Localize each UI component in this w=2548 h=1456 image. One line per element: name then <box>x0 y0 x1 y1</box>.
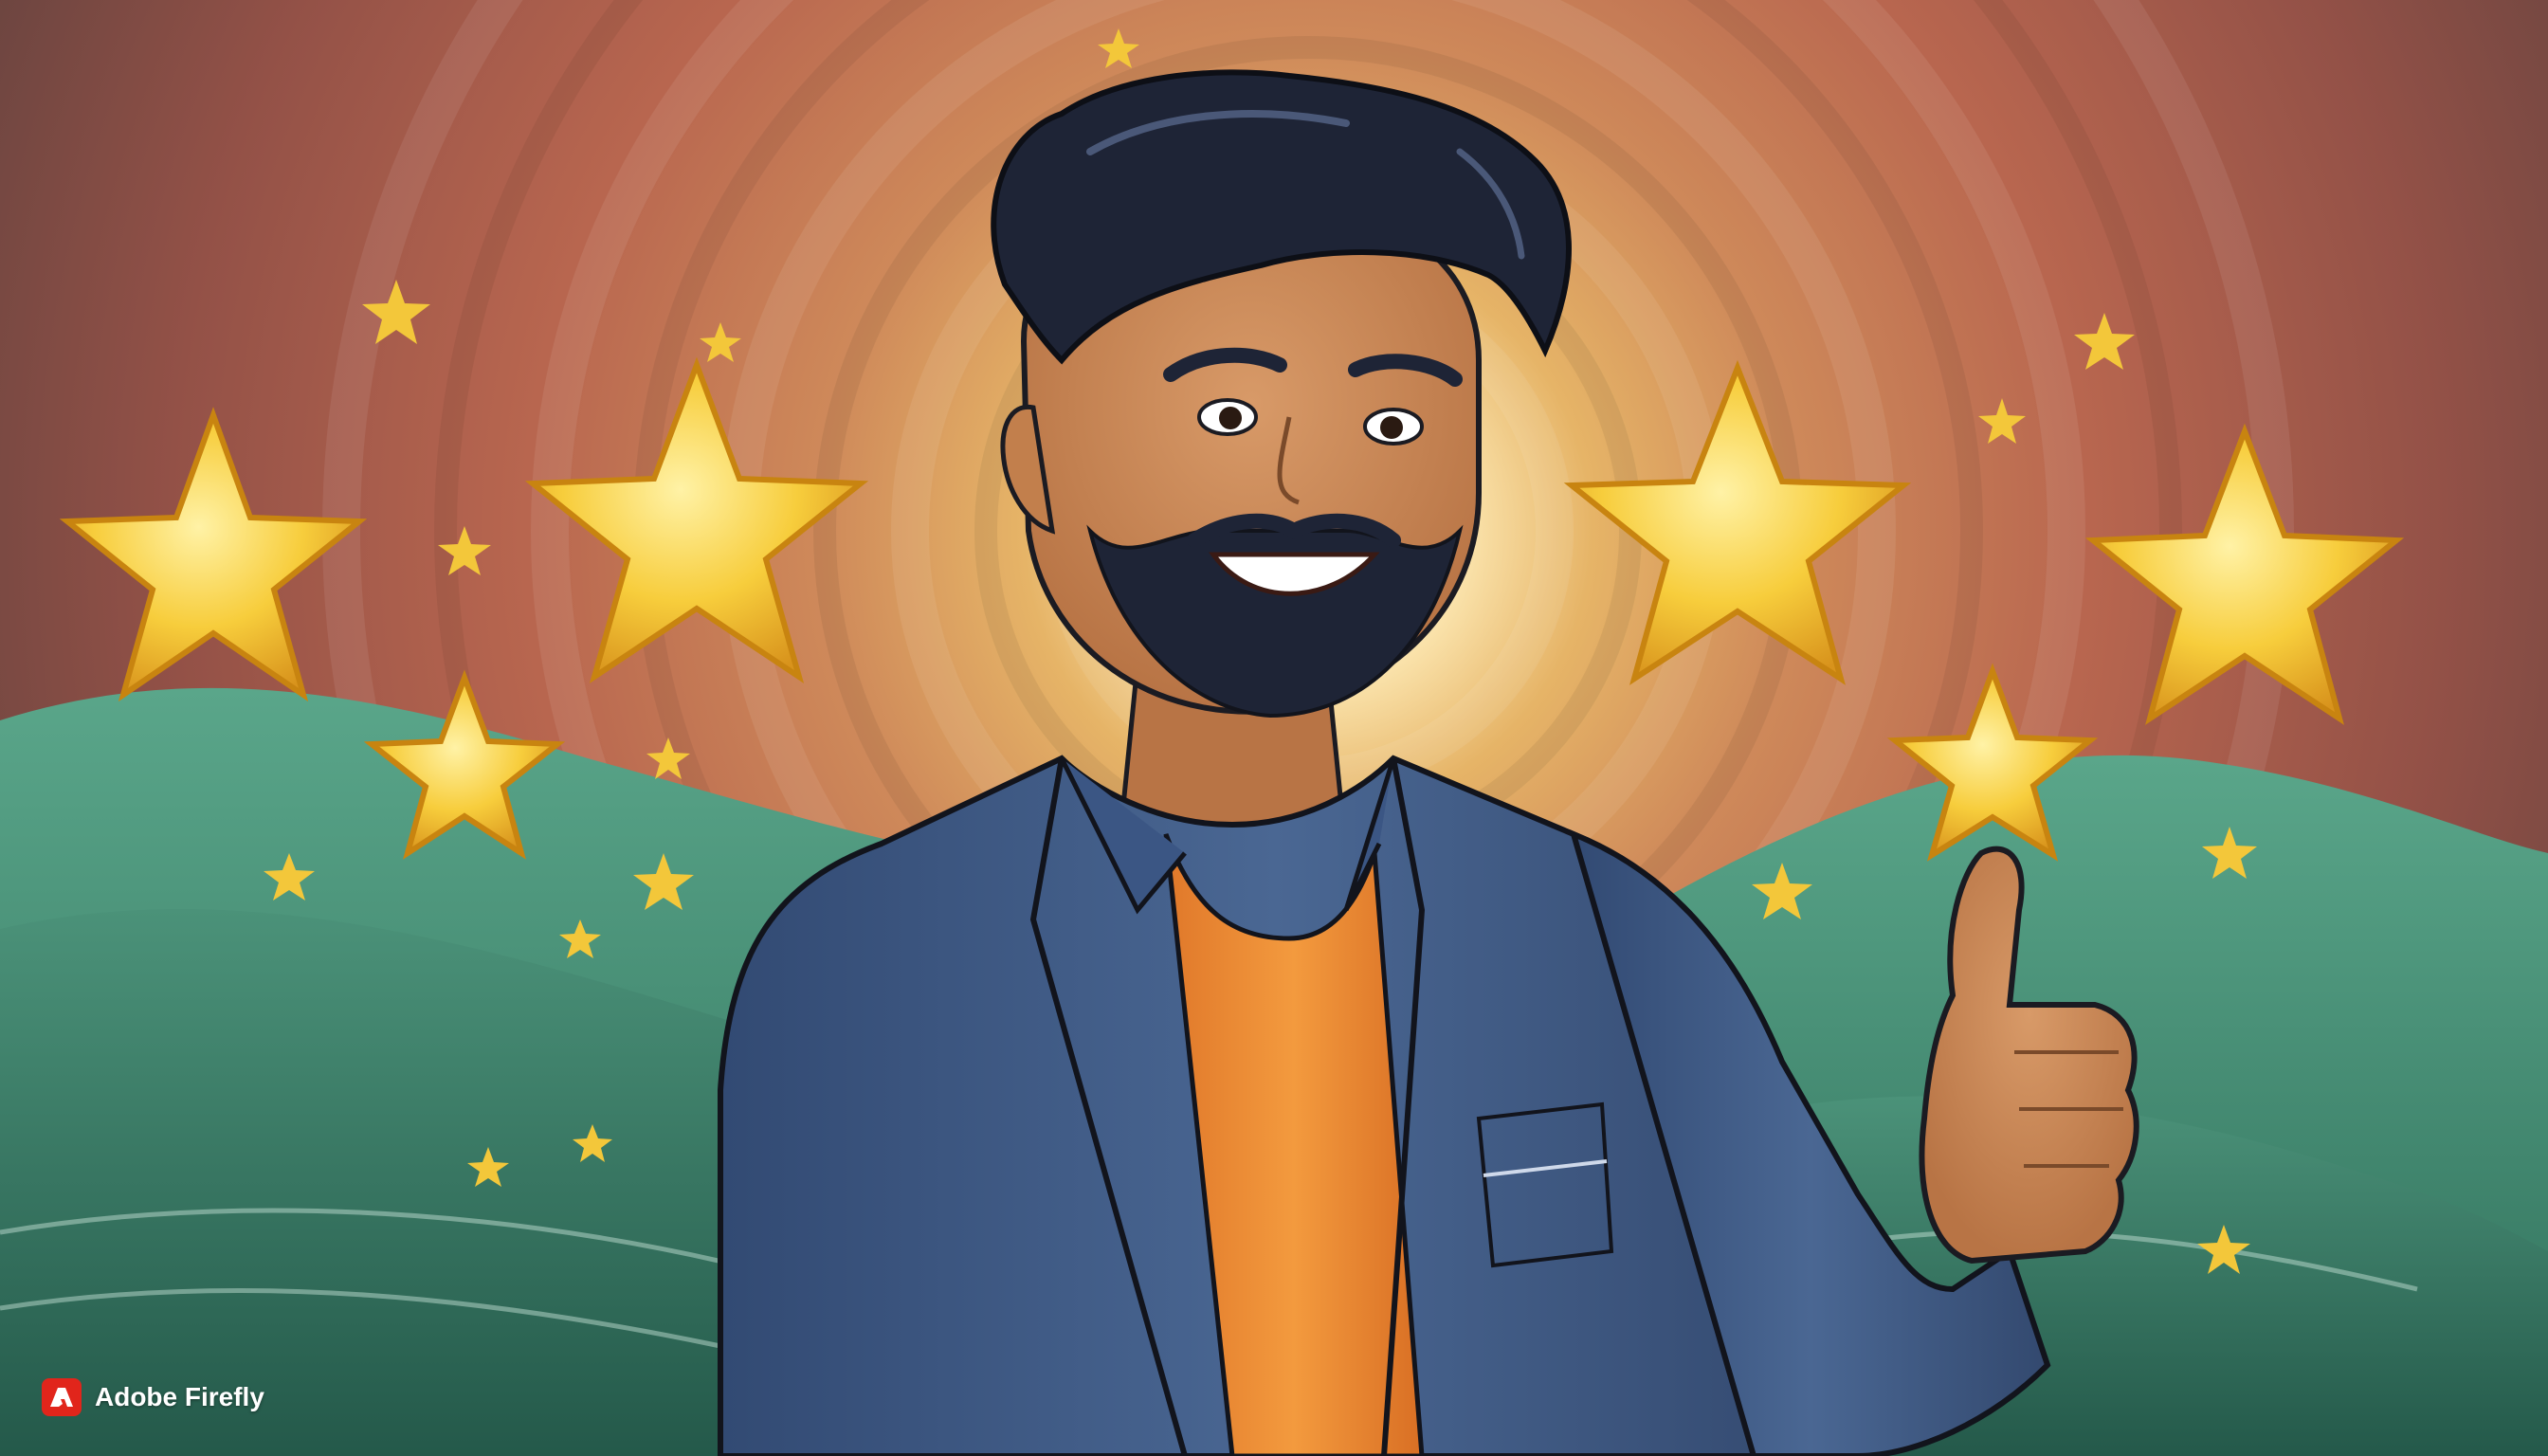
illustration <box>0 0 2548 1456</box>
illustration-scene: Adobe Firefly <box>0 0 2548 1456</box>
adobe-firefly-watermark: Adobe Firefly <box>42 1378 264 1416</box>
watermark-text: Adobe Firefly <box>95 1382 264 1411</box>
adobe-logo-icon <box>42 1378 82 1416</box>
